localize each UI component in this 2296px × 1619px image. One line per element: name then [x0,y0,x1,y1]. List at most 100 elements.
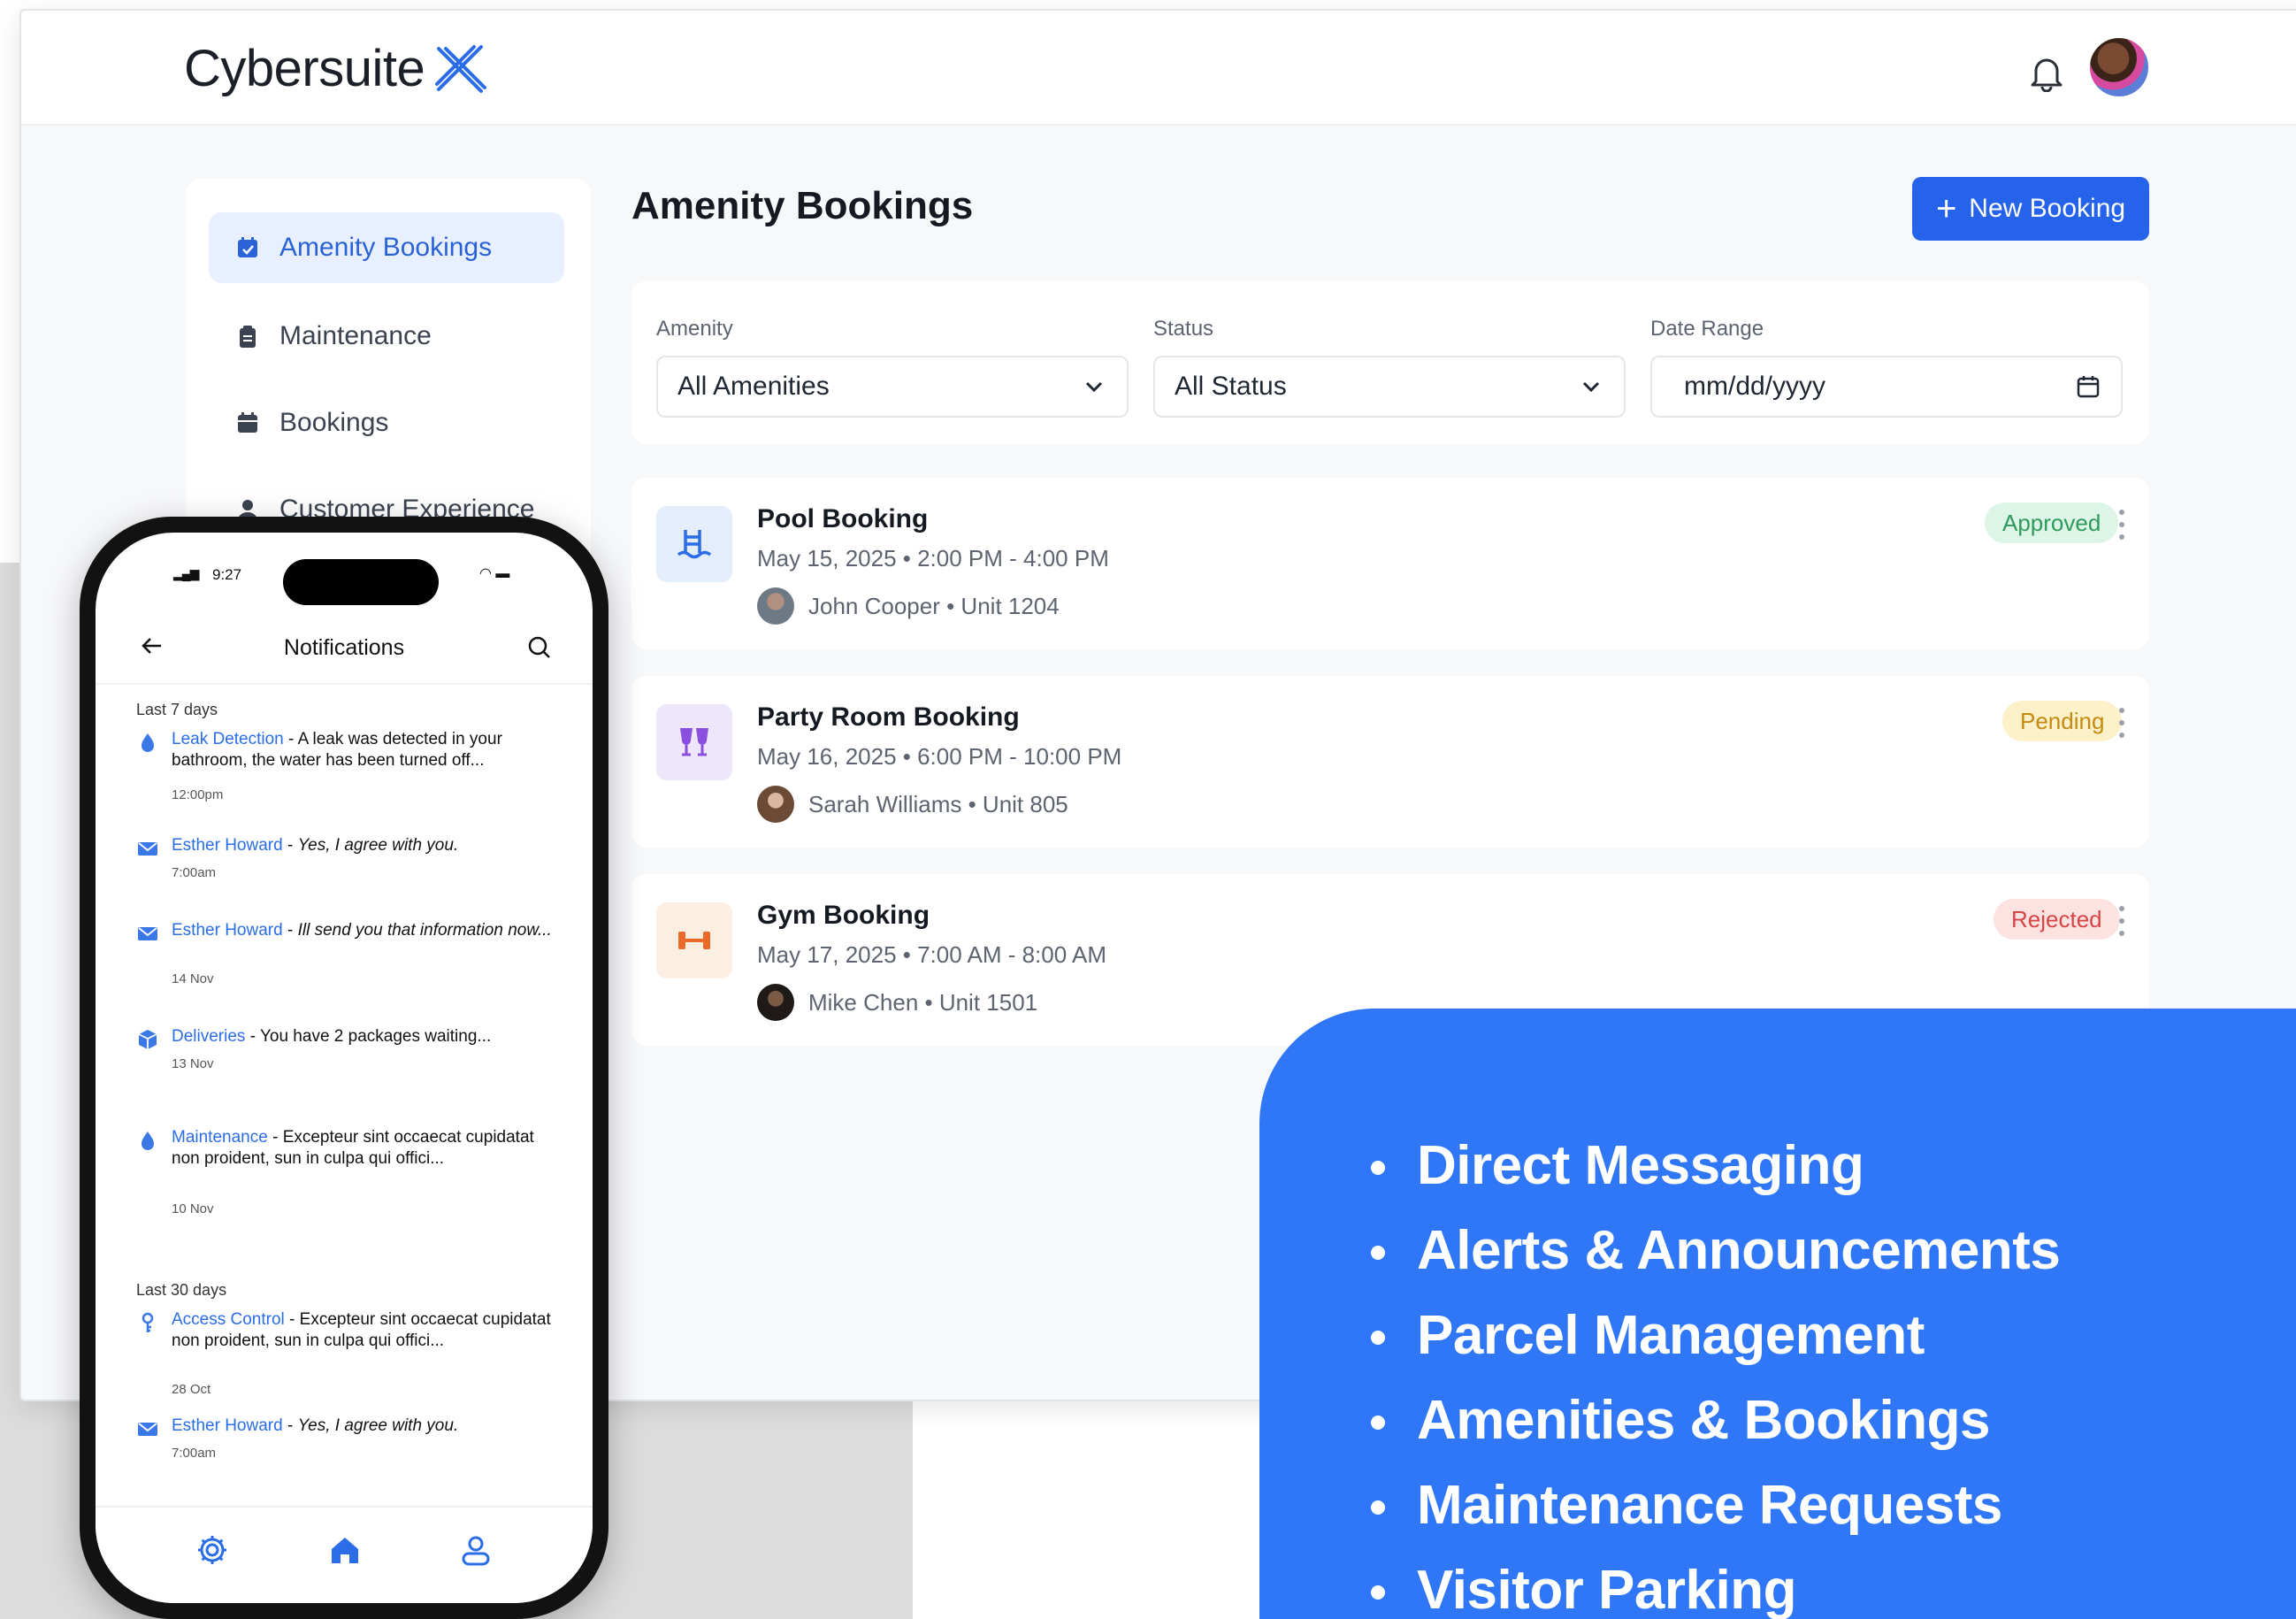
sidebar-item-maintenance[interactable]: Maintenance [209,301,564,372]
notification-time: 28 Oct [172,1382,211,1397]
notification-title[interactable]: Esther Howard [172,836,283,855]
notification-text: Esther Howard - Yes, I agree with you. [172,835,557,856]
amenity-select-value: All Amenities [677,372,830,401]
avatar [757,587,794,625]
booking-time: May 16, 2025 • 6:00 PM - 10:00 PM [757,743,1122,770]
notification-message: You have 2 packages waiting... [259,1027,492,1046]
status-filter: Status All Status [1153,317,1626,418]
more-icon[interactable] [2117,708,2126,738]
notification-title[interactable]: Leak Detection [172,730,284,748]
separator: - [267,1128,283,1147]
separator: - [282,836,298,855]
droplet-icon [142,733,154,752]
section-label: Last 30 days [136,1281,227,1299]
notification-time: 12:00pm [172,787,224,802]
phone-status-bar: ▂▄▆ 9:27 ◠ ▬ [96,533,593,605]
avatar[interactable] [2087,35,2151,99]
booking-time: May 15, 2025 • 2:00 PM - 4:00 PM [757,545,1109,572]
notification-title[interactable]: Esther Howard [172,921,283,940]
notification-title[interactable]: Esther Howard [172,1416,283,1435]
calendar-icon [238,412,257,433]
notification-time: 14 Nov [172,971,214,986]
booking-title: Pool Booking [757,504,929,533]
notification-message: Yes, I agree with you. [297,836,459,855]
logo[interactable]: Cybersuite [184,39,490,98]
date-range-filter: Date Range mm/dd/yyyy [1650,317,2123,418]
dumbbell-icon [656,902,732,978]
sidebar-item-amenity-bookings[interactable]: Amenity Bookings [209,212,564,283]
booking-title: Party Room Booking [757,702,1020,732]
calendar-icon[interactable] [2075,373,2101,400]
new-booking-button[interactable]: + New Booking [1912,177,2149,241]
status-time: 9:27 [212,566,242,583]
settings-icon[interactable] [195,1532,230,1568]
notification-time: 13 Nov [172,1056,214,1071]
wifi-battery-icon: ◠ ▬ [479,566,510,581]
notification-text: Access Control - Excepteur sint occaecat… [172,1309,557,1352]
search-icon[interactable] [527,635,552,660]
calendar-check-icon [238,237,257,257]
separator: - [245,1027,260,1046]
status-select[interactable]: All Status [1153,356,1626,418]
feature-item: Amenities & Bookings [1364,1378,2060,1463]
sidebar-item-label: Maintenance [279,321,432,350]
amenity-filter-label: Amenity [656,317,733,341]
status-badge: Rejected [1994,899,2120,940]
feature-item: Visitor Parking [1364,1548,2060,1619]
booking-time: May 17, 2025 • 7:00 AM - 8:00 AM [757,941,1106,968]
date-input[interactable]: mm/dd/yyyy [1650,356,2123,418]
user-icon[interactable] [458,1532,494,1568]
booking-user: John Cooper • Unit 1204 [757,587,1060,625]
status-badge: Pending [2002,701,2123,741]
date-range-filter-label: Date Range [1650,317,1764,341]
phone-bottom-nav [96,1506,593,1603]
notification-text: Esther Howard - Ill send you that inform… [172,920,557,941]
more-icon[interactable] [2117,906,2126,936]
sidebar-item-label: Amenity Bookings [279,233,493,262]
dynamic-island [283,559,439,605]
package-icon [138,1030,157,1049]
sidebar-item-label: Bookings [279,408,389,437]
feature-panel: Direct Messaging Alerts & Announcements … [1259,1009,2296,1619]
notification-title[interactable]: Access Control [172,1310,285,1329]
clipboard-icon [240,326,256,348]
notification-title[interactable]: Maintenance [172,1128,268,1147]
separator: - [283,730,298,748]
droplet-icon [142,1132,154,1150]
status-select-value: All Status [1175,372,1287,401]
amenity-filter: Amenity All Amenities [656,317,1129,418]
booking-user-text: Sarah Williams • Unit 805 [808,790,1068,817]
new-booking-label: New Booking [1969,194,2126,223]
pool-icon [656,506,732,582]
amenity-select[interactable]: All Amenities [656,356,1129,418]
feature-item: Alerts & Announcements [1364,1208,2061,1293]
plus-icon: + [1935,189,1957,228]
feature-item: Maintenance Requests [1364,1463,2060,1548]
feature-list: Direct Messaging Alerts & Announcements … [1364,1124,2061,1619]
mail-icon [138,842,157,856]
booking-user-text: Mike Chen • Unit 1501 [808,988,1038,1016]
notification-message: Yes, I agree with you. [297,1416,459,1435]
booking-card[interactable]: Pool Booking May 15, 2025 • 2:00 PM - 4:… [631,478,2149,649]
notification-message: Ill send you that information now... [297,921,552,940]
notification-text: Esther Howard - Yes, I agree with you. [172,1416,557,1437]
chevron-down-icon [1085,381,1103,393]
top-bar: Cybersuite [21,11,2296,126]
separator: - [282,1416,298,1435]
notification-text: Deliveries - You have 2 packages waiting… [172,1026,557,1047]
phone-header: Notifications [96,614,593,685]
avatar [757,786,794,823]
booking-card[interactable]: Party Room Booking May 16, 2025 • 6:00 P… [631,676,2149,848]
notification-text: Leak Detection - A leak was detected in … [172,729,557,771]
key-icon [142,1312,154,1332]
separator: - [282,921,298,940]
bell-icon[interactable] [2029,53,2064,92]
booking-title: Gym Booking [757,901,930,930]
phone-mockup: ▂▄▆ 9:27 ◠ ▬ Notifications Last 7 days L… [80,517,608,1619]
booking-user-text: John Cooper • Unit 1204 [808,592,1060,619]
home-icon[interactable] [327,1532,363,1568]
sidebar-item-bookings[interactable]: Bookings [209,387,564,458]
more-icon[interactable] [2117,510,2126,540]
date-input-value: mm/dd/yyyy [1684,372,1826,401]
notification-title[interactable]: Deliveries [172,1027,245,1046]
